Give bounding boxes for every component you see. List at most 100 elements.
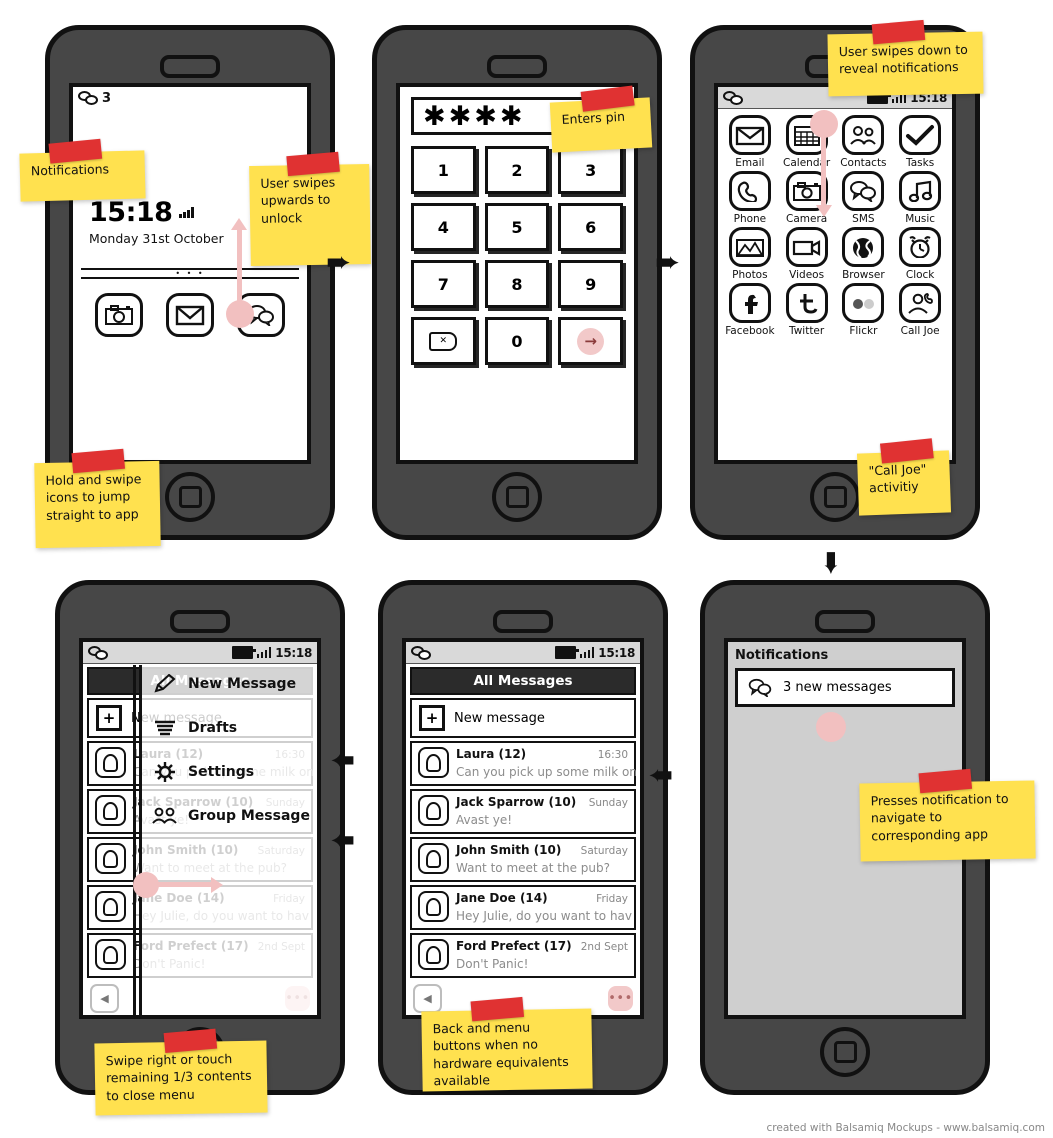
app-cell-flickr[interactable]: Flickr [836, 283, 892, 337]
music-icon [909, 180, 933, 202]
speaker-grille [493, 610, 553, 633]
app-icon-flickr-icon[interactable] [842, 283, 885, 323]
app-icon-clock-icon[interactable] [899, 227, 942, 267]
app-icon-phone-icon[interactable] [728, 171, 771, 211]
key-5[interactable]: 5 [484, 203, 550, 251]
app-cell-sms[interactable]: SMS [836, 171, 892, 225]
dock-dots: • • • [175, 269, 205, 278]
home-button[interactable] [810, 472, 860, 522]
app-icon-video-icon[interactable] [785, 227, 828, 267]
menu-item-new-message[interactable]: New Message [152, 673, 317, 695]
key-8[interactable]: 8 [484, 260, 550, 308]
key-0[interactable]: 0 [484, 317, 550, 365]
email-icon [175, 305, 205, 326]
avatar-icon [418, 843, 449, 874]
screen-lock: 3 15:18 Monday 31st October • • • [69, 83, 311, 464]
notification-item[interactable]: 3 new messages [735, 668, 955, 707]
app-cell-clock[interactable]: Clock [892, 227, 948, 281]
message-row[interactable]: Laura (12)16:30Can you pick up some milk… [410, 741, 640, 786]
swipe-down-arrowhead [816, 205, 832, 217]
message-preview: Hey Julie, do you want to hav [456, 909, 632, 923]
message-row[interactable]: Ford Prefect (17) 2nd Sept Don't Panic! [410, 933, 636, 978]
app-label: Facebook [725, 325, 775, 337]
app-icon-call-contact-icon[interactable] [899, 283, 942, 323]
sms-icon [748, 678, 772, 697]
screen-title: All Messages [410, 667, 636, 695]
key-backspace[interactable]: ✕ [411, 317, 476, 365]
note-text: Hold and swipe icons to jump straight to… [45, 471, 142, 523]
call-contact-icon [908, 293, 934, 314]
message-sender: Laura (12) [456, 747, 527, 761]
home-button[interactable] [165, 472, 215, 522]
app-icon-music-icon[interactable] [899, 171, 942, 211]
flow-arrow-5: ➨ [330, 823, 356, 858]
app-label: Phone [733, 213, 767, 225]
app-cell-facebook[interactable]: Facebook [722, 283, 778, 337]
menu-item-group-message[interactable]: Group Message [152, 805, 317, 827]
screen-messages-list: 15:18 All Messages + New message Laura (… [402, 638, 644, 1019]
app-icon-sms-icon[interactable] [842, 171, 885, 211]
app-cell-contacts[interactable]: Contacts [836, 115, 892, 169]
app-cell-phone[interactable]: Phone [722, 171, 778, 225]
avatar-icon [95, 747, 126, 778]
notifications-title: Notifications [735, 648, 829, 663]
pin-keypad: 1 2 3 4 5 6 7 8 9 ✕ 0 → [411, 146, 623, 365]
message-date: 2nd Sept [580, 941, 628, 953]
message-row[interactable]: Jack Sparrow (10) Sunday Avast ye! [410, 789, 636, 834]
swipe-up-touchpoint [226, 300, 254, 328]
message-row[interactable]: John Smith (10) Saturday Want to meet at t… [410, 837, 636, 882]
note-swipe-down: User swipes down to reveal notifications [827, 19, 984, 97]
app-icon-facebook-icon[interactable] [728, 283, 771, 323]
key-2[interactable]: 2 [484, 146, 550, 194]
app-cell-twitter[interactable]: Twitter [779, 283, 835, 337]
back-button[interactable]: ◀ [413, 983, 442, 1013]
app-icon-check-icon[interactable] [899, 115, 942, 155]
app-cell-tasks[interactable]: Tasks [892, 115, 948, 169]
message-preview: Want to meet at the pub? [456, 861, 611, 875]
dock-icon-camera[interactable] [94, 293, 143, 337]
speaker-grille [170, 610, 230, 633]
key-3[interactable]: 3 [558, 146, 623, 194]
lines-icon [152, 717, 178, 739]
key-submit[interactable]: → [558, 317, 623, 365]
new-message-button[interactable]: + New message [410, 698, 636, 738]
app-icon-contacts-icon[interactable] [842, 115, 885, 155]
app-icon-globe-icon[interactable] [842, 227, 885, 267]
swipe-right-track [152, 882, 214, 887]
key-1[interactable]: 1 [411, 146, 476, 194]
app-cell-browser[interactable]: Browser [836, 227, 892, 281]
back-button[interactable]: ◀ [90, 983, 119, 1013]
key-6[interactable]: 6 [558, 203, 623, 251]
menu-item-drafts[interactable]: Drafts [152, 717, 317, 739]
app-cell-call-joe[interactable]: Call Joe [892, 283, 948, 337]
avatar-icon [95, 891, 126, 922]
avatar-icon [95, 843, 126, 874]
dock-icon-email[interactable] [165, 293, 214, 337]
menu-button[interactable]: ••• [608, 985, 633, 1011]
note-text: Swipe right or touch remaining 1/3 conte… [105, 1051, 252, 1103]
app-cell-email[interactable]: Email [722, 115, 778, 169]
app-cell-music[interactable]: Music [892, 171, 948, 225]
flow-arrow-6: ➨ [648, 758, 674, 793]
key-9[interactable]: 9 [558, 260, 623, 308]
app-icon-twitter-icon[interactable] [785, 283, 828, 323]
app-icon-photos-icon[interactable] [728, 227, 771, 267]
message-row[interactable]: Jane Doe (14) Friday Hey Julie, do you wan… [410, 885, 636, 930]
home-button[interactable] [492, 472, 542, 522]
app-cell-photos[interactable]: Photos [722, 227, 778, 281]
home-button[interactable] [820, 1027, 870, 1077]
note-text: Notifications [30, 161, 110, 179]
group-icon [152, 807, 177, 824]
flow-arrow-4: ➨ [330, 743, 356, 778]
message-list: Laura (12)16:30Can you pick up some milk… [406, 741, 640, 978]
menu-item-settings[interactable]: Settings [152, 761, 317, 783]
key-4[interactable]: 4 [411, 203, 476, 251]
camera-icon [104, 305, 133, 325]
app-cell-videos[interactable]: Videos [779, 227, 835, 281]
new-message-label: New message [454, 710, 545, 726]
tape-icon [879, 438, 934, 464]
app-icon-email-icon[interactable] [728, 115, 771, 155]
note-notifications: Notifications [19, 138, 146, 202]
note-text: Enters pin [561, 108, 626, 128]
key-7[interactable]: 7 [411, 260, 476, 308]
